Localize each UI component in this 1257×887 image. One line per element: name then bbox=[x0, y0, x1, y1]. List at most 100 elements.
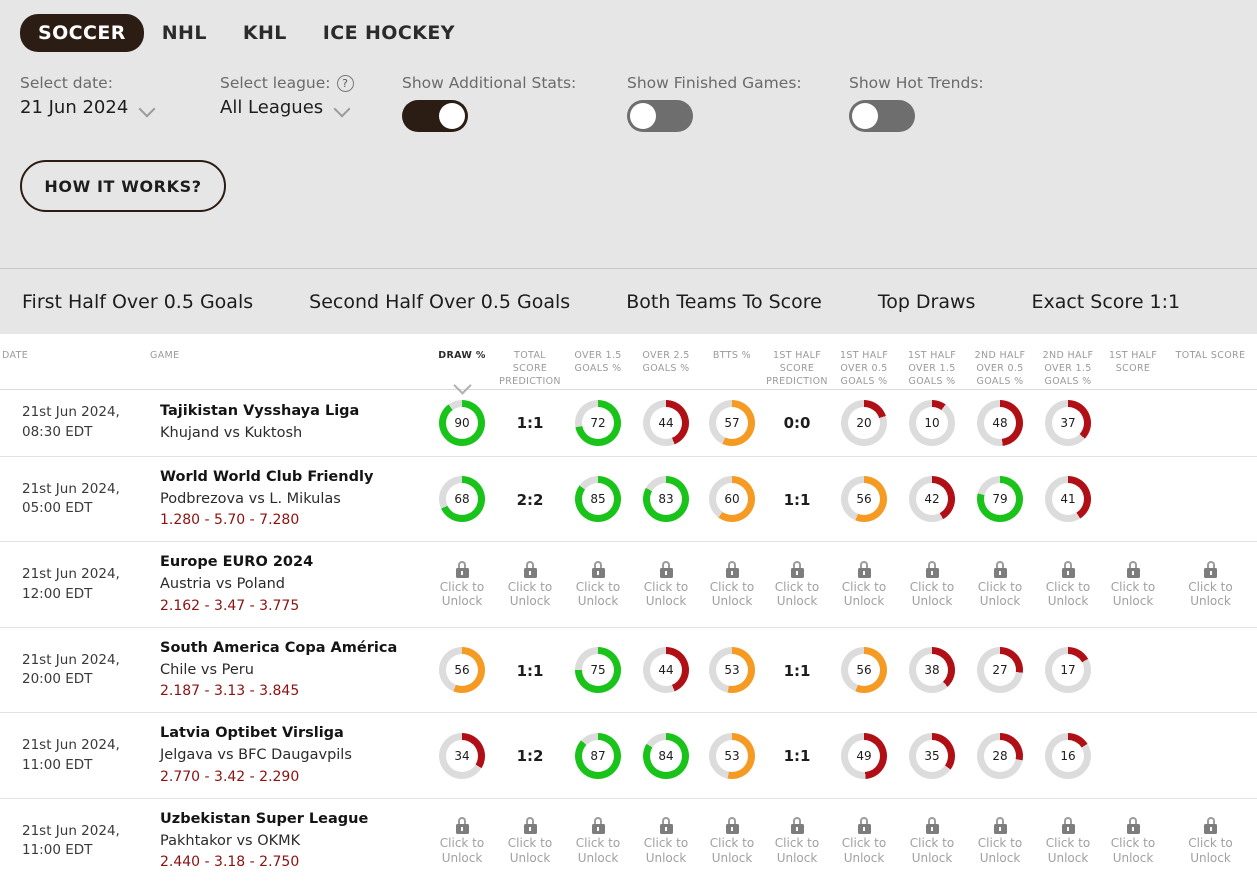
table-row[interactable]: 21st Jun 2024, 11:00 EDT Latvia Optibet Vi… bbox=[0, 712, 1257, 799]
table-row[interactable]: 21st Jun 2024, 05:00 EDT World World Club … bbox=[0, 455, 1257, 542]
table-row[interactable]: 21st Jun 2024, 08:30 EDT Tajikistan Vyssha… bbox=[0, 388, 1257, 457]
col-draw[interactable]: DRAW % bbox=[428, 334, 496, 389]
locked-cell[interactable]: Click to Unlock bbox=[766, 817, 828, 865]
cell-text-total-score[interactable]: Click to Unlock bbox=[1164, 797, 1257, 884]
cell-text-first-half-score-prediction[interactable]: Click to Unlock bbox=[764, 797, 830, 884]
sport-tab-ice-hockey[interactable]: ICE HOCKEY bbox=[305, 14, 473, 52]
locked-cell[interactable]: Click to Unlock bbox=[900, 817, 964, 865]
locked-cell[interactable]: Click to Unlock bbox=[566, 560, 630, 609]
locked-cell[interactable]: Click to Unlock bbox=[832, 817, 896, 865]
market-tab-exact-score-11[interactable]: Exact Score 1:1 bbox=[1031, 291, 1180, 313]
market-tab-first-half-over-05[interactable]: First Half Over 0.5 Goals bbox=[22, 291, 253, 313]
cell-gauge-draw[interactable]: Click to Unlock bbox=[428, 797, 496, 884]
cell-text-total-score[interactable]: Click to Unlock bbox=[1164, 541, 1257, 628]
gauge-draw: 34 bbox=[439, 732, 485, 779]
cell-gauge-h2-over-15[interactable]: Click to Unlock bbox=[1034, 541, 1102, 628]
locked-cell[interactable]: Click to Unlock bbox=[1036, 817, 1100, 865]
cell-game[interactable]: Europe EURO 2024 Austria vs Poland 2.162 -… bbox=[148, 541, 428, 628]
locked-cell[interactable]: Click to Unlock bbox=[1036, 560, 1100, 609]
cell-text-total-score-prediction[interactable]: Click to Unlock bbox=[496, 797, 564, 884]
cell-game[interactable]: South America Copa América Chile vs Peru 2… bbox=[148, 626, 428, 713]
league-selector[interactable]: Select league: ? All Leagues bbox=[220, 74, 402, 118]
locked-cell[interactable]: Click to Unlock bbox=[1166, 560, 1255, 609]
col-h2-over-05[interactable]: 2ND HALF OVER 0.5 GOALS % bbox=[966, 334, 1034, 389]
cell-gauge-h2-over-15[interactable]: Click to Unlock bbox=[1034, 797, 1102, 884]
hot-trends-toggle[interactable] bbox=[849, 100, 915, 132]
table-row[interactable]: 21st Jun 2024, 11:00 EDT Uzbekistan Super … bbox=[0, 797, 1257, 884]
additional-stats-toggle[interactable] bbox=[402, 100, 468, 132]
locked-cell[interactable]: Click to Unlock bbox=[968, 560, 1032, 609]
cell-game[interactable]: Latvia Optibet Virsliga Jelgava vs BFC Da… bbox=[148, 712, 428, 799]
market-tab-top-draws[interactable]: Top Draws bbox=[878, 291, 976, 313]
table-row[interactable]: 21st Jun 2024, 12:00 EDT Europe EURO 2024 A… bbox=[0, 541, 1257, 628]
match-teams: Pakhtakor vs OKMK bbox=[160, 832, 301, 849]
cell-gauge-h2-over-05[interactable]: Click to Unlock bbox=[966, 541, 1034, 628]
locked-cell[interactable]: Click to Unlock bbox=[766, 560, 828, 609]
date-selector-value-row[interactable]: 21 Jun 2024 bbox=[20, 97, 220, 118]
locked-cell[interactable]: Click to Unlock bbox=[832, 560, 896, 609]
col-first-half-score-prediction[interactable]: 1ST HALF SCORE PREDICTION bbox=[764, 334, 830, 389]
cell-text-first-half-score-prediction[interactable]: Click to Unlock bbox=[764, 541, 830, 628]
question-mark-icon[interactable]: ? bbox=[336, 74, 354, 92]
sort-chevron-down-icon[interactable] bbox=[453, 379, 471, 389]
text-total-score-prediction-value: 1:2 bbox=[516, 747, 544, 766]
cell-gauge-draw: 34 bbox=[428, 712, 496, 799]
cell-gauge-btts[interactable]: Click to Unlock bbox=[700, 797, 764, 884]
locked-cell[interactable]: Click to Unlock bbox=[900, 560, 964, 609]
col-total-score-prediction[interactable]: TOTAL SCORE PREDICTION bbox=[496, 334, 564, 389]
col-h1-over-15[interactable]: 1ST HALF OVER 1.5 GOALS % bbox=[898, 334, 966, 389]
how-it-works-button[interactable]: HOW IT WORKS? bbox=[20, 160, 226, 212]
cell-gauge-over-25[interactable]: Click to Unlock bbox=[632, 541, 700, 628]
cell-gauge-h2-over-05[interactable]: Click to Unlock bbox=[966, 797, 1034, 884]
locked-cell[interactable]: Click to Unlock bbox=[968, 817, 1032, 865]
finished-games-toggle[interactable] bbox=[627, 100, 693, 132]
col-btts[interactable]: BTTS % bbox=[700, 334, 764, 389]
col-over-15[interactable]: OVER 1.5 GOALS % bbox=[564, 334, 632, 389]
cell-gauge-over-25[interactable]: Click to Unlock bbox=[632, 797, 700, 884]
col-h1-over-05[interactable]: 1ST HALF OVER 0.5 GOALS % bbox=[830, 334, 898, 389]
sport-tab-khl[interactable]: KHL bbox=[225, 14, 305, 52]
cell-text-h1-score[interactable]: Click to Unlock bbox=[1102, 797, 1164, 884]
locked-cell[interactable]: Click to Unlock bbox=[498, 560, 562, 609]
locked-cell[interactable]: Click to Unlock bbox=[634, 560, 698, 609]
cell-game[interactable]: Uzbekistan Super League Pakhtakor vs OKMK… bbox=[148, 797, 428, 884]
cell-gauge-h1-over-05[interactable]: Click to Unlock bbox=[830, 541, 898, 628]
cell-text-total-score-prediction[interactable]: Click to Unlock bbox=[496, 541, 564, 628]
sport-tab-soccer[interactable]: SOCCER bbox=[20, 14, 144, 52]
locked-cell[interactable]: Click to Unlock bbox=[430, 560, 494, 609]
col-draw-label: DRAW % bbox=[438, 350, 486, 361]
locked-cell[interactable]: Click to Unlock bbox=[702, 560, 762, 609]
table-row[interactable]: 21st Jun 2024, 20:00 EDT South America Cop… bbox=[0, 626, 1257, 713]
market-tab-both-teams-to-score[interactable]: Both Teams To Score bbox=[626, 291, 822, 313]
locked-cell[interactable]: Click to Unlock bbox=[634, 817, 698, 865]
lock-icon bbox=[455, 560, 470, 578]
cell-game[interactable]: Tajikistan Vysshaya Liga Khujand vs Kukto… bbox=[148, 388, 428, 457]
locked-cell[interactable]: Click to Unlock bbox=[1104, 560, 1162, 609]
sport-tab-nhl[interactable]: NHL bbox=[144, 14, 225, 52]
col-over-25[interactable]: OVER 2.5 GOALS % bbox=[632, 334, 700, 389]
gauge-btts: 53 bbox=[709, 647, 755, 694]
col-total-score[interactable]: TOTAL SCORE bbox=[1164, 334, 1257, 389]
col-h1-score[interactable]: 1ST HALF SCORE bbox=[1102, 334, 1164, 389]
market-tab-second-half-over-05[interactable]: Second Half Over 0.5 Goals bbox=[309, 291, 570, 313]
cell-gauge-h1-over-15[interactable]: Click to Unlock bbox=[898, 797, 966, 884]
locked-cell[interactable]: Click to Unlock bbox=[566, 817, 630, 865]
locked-cell[interactable]: Click to Unlock bbox=[498, 817, 562, 865]
cell-gauge-over-15[interactable]: Click to Unlock bbox=[564, 797, 632, 884]
cell-gauge-h1-over-05: 20 bbox=[830, 388, 898, 457]
date-selector[interactable]: Select date: 21 Jun 2024 bbox=[20, 74, 220, 118]
cell-gauge-draw[interactable]: Click to Unlock bbox=[428, 541, 496, 628]
locked-cell[interactable]: Click to Unlock bbox=[1104, 817, 1162, 865]
cell-gauge-over-15[interactable]: Click to Unlock bbox=[564, 541, 632, 628]
cell-gauge-h1-over-15[interactable]: Click to Unlock bbox=[898, 541, 966, 628]
gauge-over-25: 44 bbox=[643, 399, 689, 446]
cell-gauge-h1-over-05[interactable]: Click to Unlock bbox=[830, 797, 898, 884]
league-selector-value-row[interactable]: All Leagues bbox=[220, 97, 402, 118]
locked-cell[interactable]: Click to Unlock bbox=[1166, 817, 1255, 865]
cell-gauge-btts[interactable]: Click to Unlock bbox=[700, 541, 764, 628]
col-h2-over-15[interactable]: 2ND HALF OVER 1.5 GOALS % bbox=[1034, 334, 1102, 389]
cell-game[interactable]: World World Club Friendly Podbrezova vs L… bbox=[148, 455, 428, 542]
locked-cell[interactable]: Click to Unlock bbox=[430, 817, 494, 865]
locked-cell[interactable]: Click to Unlock bbox=[702, 817, 762, 865]
cell-text-h1-score[interactable]: Click to Unlock bbox=[1102, 541, 1164, 628]
